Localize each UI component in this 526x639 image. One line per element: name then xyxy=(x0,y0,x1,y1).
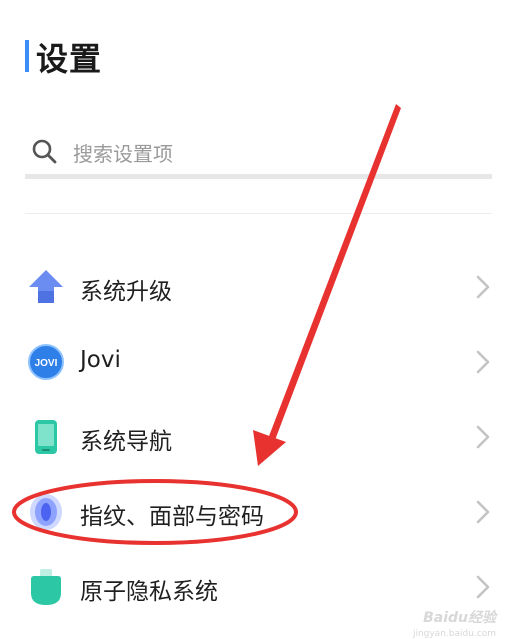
watermark-domain: jingyan.baidu.com xyxy=(412,629,496,639)
jovi-icon: JOVI xyxy=(28,344,64,380)
settings-item-label: 系统升级 xyxy=(80,279,172,305)
title-accent-bar xyxy=(25,40,29,72)
settings-item-fingerprint-face-password[interactable]: 指纹、面部与密码 xyxy=(0,477,526,551)
settings-item-system-navigation[interactable]: 系统导航 xyxy=(0,402,526,476)
settings-item-label: 指纹、面部与密码 xyxy=(80,504,264,530)
search-icon xyxy=(32,139,57,164)
jovi-icon-text: JOVI xyxy=(35,358,58,369)
watermark-brand: Baidu经验 xyxy=(423,610,496,626)
chevron-right-icon xyxy=(476,350,490,374)
fingerprint-icon xyxy=(30,494,62,530)
settings-item-system-upgrade[interactable]: 系统升级 xyxy=(0,252,526,326)
search-underline xyxy=(25,174,492,179)
settings-item-label: Jovi xyxy=(80,347,121,373)
search-placeholder: 搜索设置项 xyxy=(73,142,173,166)
settings-item-label: 原子隐私系统 xyxy=(80,579,218,605)
phone-navigation-icon xyxy=(35,420,57,454)
chevron-right-icon xyxy=(476,575,490,599)
search-field[interactable]: 搜索设置项 xyxy=(25,124,492,179)
section-divider xyxy=(25,213,492,214)
chevron-right-icon xyxy=(476,425,490,449)
settings-item-label: 系统导航 xyxy=(80,429,172,455)
privacy-shield-icon xyxy=(31,569,61,605)
page-title: 设置 xyxy=(36,40,103,78)
upgrade-arrow-icon xyxy=(29,270,63,303)
chevron-right-icon xyxy=(476,275,490,299)
chevron-right-icon xyxy=(476,500,490,524)
settings-item-jovi[interactable]: JOVI Jovi xyxy=(0,327,526,401)
